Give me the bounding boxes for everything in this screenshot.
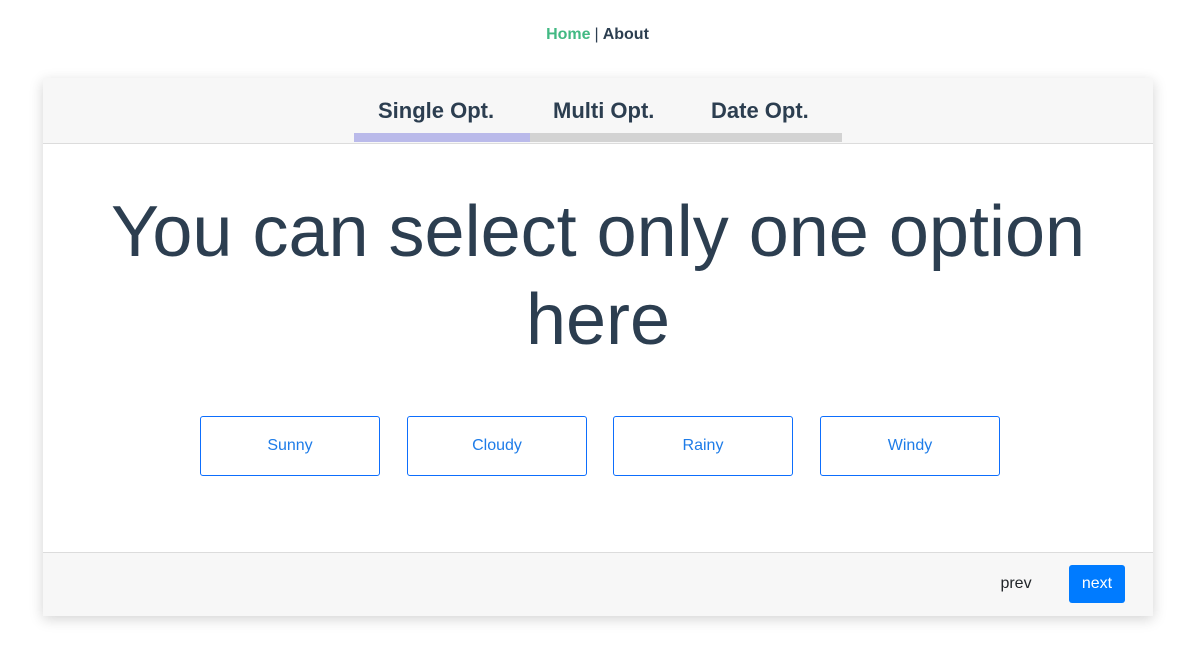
wizard-tabs: Single Opt. Multi Opt. Date Opt. (354, 78, 842, 143)
question-title: You can select only one option here (110, 192, 1086, 360)
wizard-progress-bar (354, 133, 842, 142)
nav-separator: | (594, 26, 599, 43)
option-rainy-button[interactable]: Rainy (613, 416, 793, 476)
nav-about-link[interactable]: About (603, 26, 649, 43)
option-group: Sunny Cloudy Rainy Windy (200, 416, 1000, 476)
option-windy-button[interactable]: Windy (820, 416, 1000, 476)
tab-date-opt[interactable]: Date Opt. (711, 98, 809, 124)
wizard-header: Single Opt. Multi Opt. Date Opt. (43, 78, 1153, 144)
wizard-progress-fill (354, 133, 530, 142)
wizard-footer: prev next (43, 552, 1153, 616)
nav-home-link[interactable]: Home (546, 26, 590, 43)
prev-button[interactable]: prev (983, 565, 1049, 603)
top-nav: Home | About (0, 25, 1195, 45)
tab-multi-opt[interactable]: Multi Opt. (553, 98, 654, 124)
tab-single-opt[interactable]: Single Opt. (378, 98, 494, 124)
option-sunny-button[interactable]: Sunny (200, 416, 380, 476)
next-button[interactable]: next (1069, 565, 1125, 603)
wizard-card: Single Opt. Multi Opt. Date Opt. You can… (43, 78, 1153, 616)
option-cloudy-button[interactable]: Cloudy (407, 416, 587, 476)
